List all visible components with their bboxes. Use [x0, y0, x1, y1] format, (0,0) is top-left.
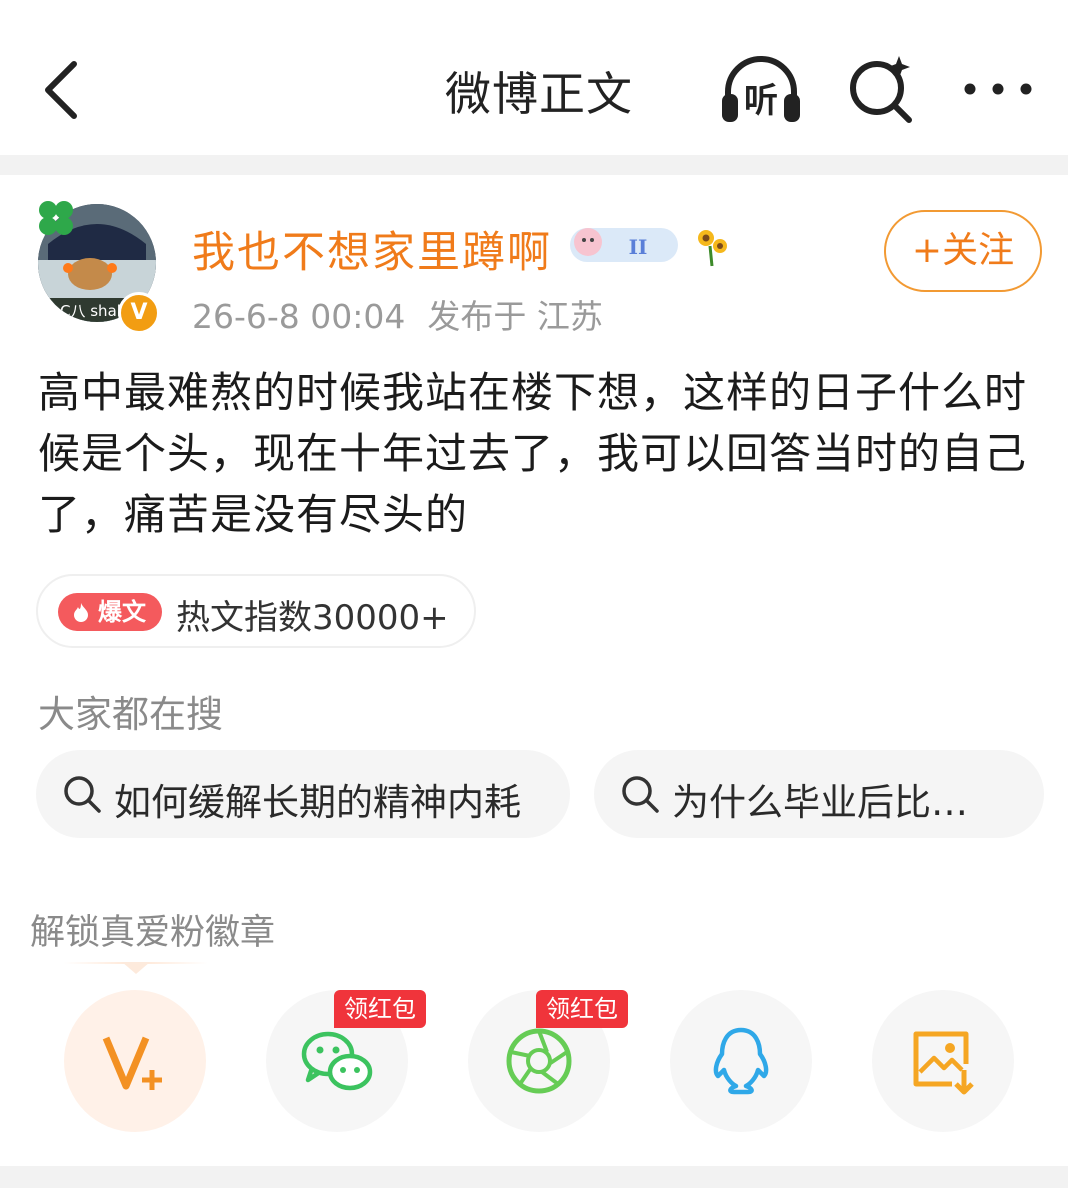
author-name[interactable]: 我也不想家里蹲啊 — [192, 218, 552, 280]
more-button[interactable] — [962, 64, 1034, 114]
search-suggestion[interactable]: 为什么毕业后比… — [594, 750, 1044, 838]
share-vplus-button[interactable] — [64, 990, 206, 1132]
follow-button[interactable]: +关注 — [884, 210, 1042, 292]
moments-icon — [506, 1028, 572, 1094]
flame-icon — [74, 603, 88, 622]
headphones-icon: 听 — [722, 56, 800, 122]
post-meta: 26-6-8 00:04 发布于 江苏 — [192, 290, 625, 338]
save-image-icon — [913, 1031, 974, 1095]
search-suggestion[interactable]: 如何缓解长期的精神内耗 — [36, 750, 570, 838]
search-button[interactable] — [845, 52, 917, 124]
sunflower-icon — [692, 224, 732, 268]
hot-article-tag[interactable]: 爆文 热文指数30000+ — [36, 574, 476, 648]
tooltip-arrow — [122, 962, 150, 974]
listen-button[interactable]: 听 — [718, 54, 804, 126]
search-icon — [622, 776, 659, 813]
hot-badge: 爆文 — [58, 593, 162, 631]
post-timestamp: 26-6-8 00:04 — [192, 297, 406, 336]
section-divider — [0, 155, 1068, 175]
wechat-icon — [301, 1031, 373, 1091]
search-icon — [64, 776, 101, 813]
red-packet-badge: 领红包 — [536, 990, 628, 1028]
clover-icon — [34, 196, 78, 240]
search-suggestion-text: 为什么毕业后比… — [672, 781, 968, 824]
bottom-divider — [0, 1166, 1068, 1188]
svg-text:II: II — [629, 235, 648, 259]
search-suggest-label: 大家都在搜 — [38, 693, 223, 736]
hot-index-text: 热文指数30000+ — [176, 598, 449, 638]
post-location: 发布于 江苏 — [427, 297, 603, 336]
share-save-image-button[interactable] — [872, 990, 1014, 1132]
post-text: 高中最难熬的时候我站在楼下想，这样的日子什么时候是个头，现在十年过去了，我可以回… — [38, 368, 1028, 539]
vplus-icon — [102, 1036, 162, 1090]
verified-badge: V — [118, 292, 160, 334]
qq-icon — [713, 1027, 769, 1095]
svg-text:C八 shak: C八 shak — [60, 302, 126, 320]
unlock-badge-label: 解锁真爱粉徽章 — [30, 913, 276, 953]
more-dots-icon — [964, 83, 1032, 95]
share-qq-button[interactable] — [670, 990, 812, 1132]
search-sparkle-icon — [850, 56, 912, 123]
search-suggestion-text: 如何缓解长期的精神内耗 — [114, 781, 521, 824]
svg-text:听: 听 — [744, 81, 778, 121]
zodiac-badge-icon: II — [568, 222, 680, 268]
red-packet-badge: 领红包 — [334, 990, 426, 1028]
